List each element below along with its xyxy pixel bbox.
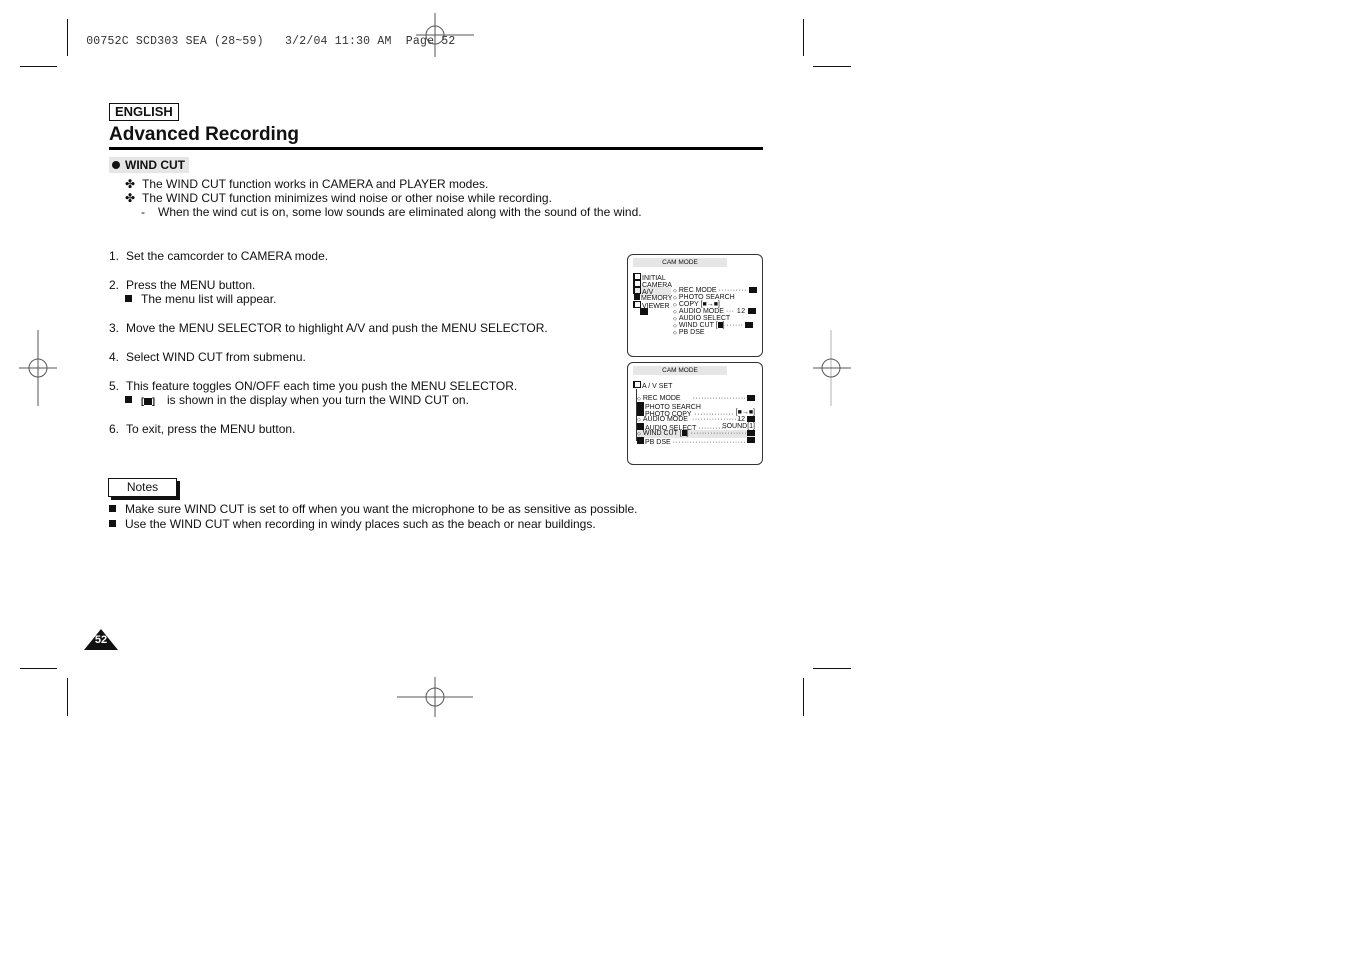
audio-bit-icon	[747, 308, 756, 314]
section-heading: WIND CUT	[109, 157, 189, 173]
registration-mark-icon	[416, 13, 474, 57]
step-2: 2. Press the MENU button.	[109, 278, 255, 292]
step-text: This feature toggles ON/OFF each time yo…	[126, 379, 518, 393]
step-number: 6.	[109, 422, 120, 436]
step-4: 4. Select WIND CUT from submenu.	[109, 350, 306, 364]
clover-bullet-icon: ✤	[125, 191, 136, 205]
print-time: 11:30 AM	[334, 35, 392, 48]
viewer-block-icon	[640, 308, 648, 316]
step-number: 5.	[109, 379, 120, 393]
folder-icon	[633, 273, 641, 280]
square-bullet-icon	[109, 520, 116, 527]
language-badge: ENGLISH	[109, 103, 179, 121]
diamond-icon: ◇	[673, 330, 677, 336]
step-1: 1. Set the camcorder to CAMERA mode.	[109, 249, 328, 263]
note-text: Make sure WIND CUT is set to off when yo…	[125, 502, 638, 516]
menu-screen-1: CAM MODE INITIAL CAMERA A/V MEMORY VIEWE…	[627, 254, 763, 357]
note-text: Use the WIND CUT when recording in windy…	[125, 517, 596, 531]
submenu-pb-dse: ◇ PB DSE	[673, 329, 705, 336]
wind-cut-icon: []	[141, 396, 155, 406]
crop-mark	[67, 19, 68, 56]
step-text: Set the camcorder to CAMERA mode.	[126, 249, 329, 263]
step-number: 2.	[109, 278, 120, 292]
av-set-title: A / V SET	[633, 381, 672, 390]
wind-cut-icon	[717, 322, 723, 328]
square-bullet-icon	[125, 295, 132, 302]
dash-bullet: -	[141, 205, 145, 219]
clover-bullet-icon: ✤	[125, 177, 136, 191]
step-text: Press the MENU button.	[126, 278, 256, 292]
step-5: 5. This feature toggles ON/OFF each time …	[109, 379, 517, 393]
step-number: 1.	[109, 249, 120, 263]
crop-mark	[803, 678, 804, 716]
page-number-badge: 52	[84, 629, 118, 650]
step-6: 6. To exit, press the MENU button.	[109, 422, 295, 436]
square-bullet-icon	[125, 396, 132, 403]
step-text: Select WIND CUT from submenu.	[126, 350, 306, 364]
registration-mark-icon	[813, 330, 851, 406]
registration-mark-icon	[397, 677, 473, 717]
step-3: 3. Move the MENU SELECTOR to highlight A/…	[109, 321, 548, 335]
menu-item-viewer: VIEWER	[633, 301, 670, 310]
step-text: Move the MENU SELECTOR to highlight A/V …	[126, 321, 548, 335]
folder-icon	[633, 381, 641, 388]
square-bullet-icon	[109, 505, 116, 512]
crop-mark	[813, 66, 851, 67]
sub-bullet-text: When the wind cut is on, some low sounds…	[158, 205, 642, 219]
step-2-sub: The menu list will appear.	[125, 292, 276, 306]
step-text: To exit, press the MENU button.	[126, 422, 296, 436]
crop-mark	[20, 66, 57, 67]
feature-bullet: ✤ The WIND CUT function minimizes wind no…	[125, 191, 552, 205]
section-heading-text: WIND CUT	[125, 158, 185, 172]
step-sub-text: is shown in the display when you turn th…	[167, 393, 469, 407]
title-divider	[109, 147, 763, 150]
print-job-id: 00752C SCD303 SEA (28~59)	[86, 35, 264, 48]
wind-cut-value-icon	[745, 322, 754, 328]
page-title: Advanced Recording	[109, 124, 300, 145]
rec-mode-value-icon	[748, 287, 757, 293]
bullet-dot-icon	[112, 161, 120, 169]
notes-label: Notes	[108, 478, 177, 497]
step-number: 3.	[109, 321, 120, 335]
note-item: Make sure WIND CUT is set to off when yo…	[109, 502, 637, 516]
step-5-sub: [] is shown in the display when you turn …	[125, 393, 469, 408]
print-date: 3/2/04	[285, 35, 328, 48]
folder-icon	[633, 301, 641, 308]
registration-mark-icon	[19, 330, 57, 406]
memory-icon	[634, 294, 640, 300]
feature-sub-bullet: - When the wind cut is on, some low sound…	[141, 205, 642, 219]
bullet-text: The WIND CUT function minimizes wind noi…	[142, 191, 552, 205]
crop-mark	[813, 668, 851, 669]
step-number: 4.	[109, 350, 120, 364]
folder-icon	[633, 280, 641, 287]
page-number: 52	[94, 634, 108, 646]
av-item-pb-dse: PB DSE ····························	[637, 437, 755, 446]
note-item: Use the WIND CUT when recording in windy…	[109, 517, 596, 531]
crop-mark	[803, 19, 804, 56]
feature-bullet: ✤ The WIND CUT function works in CAMERA a…	[125, 177, 488, 191]
crop-mark	[20, 668, 57, 669]
mode-bar: CAM MODE	[633, 366, 727, 375]
mode-bar: CAM MODE	[633, 258, 727, 267]
folder-icon	[633, 287, 641, 294]
menu-screen-2: CAM MODE A / V SET ◇ REC MODE ············…	[627, 362, 763, 465]
crop-mark	[67, 678, 68, 716]
step-sub-text: The menu list will appear.	[141, 292, 277, 306]
bullet-text: The WIND CUT function works in CAMERA an…	[142, 177, 489, 191]
